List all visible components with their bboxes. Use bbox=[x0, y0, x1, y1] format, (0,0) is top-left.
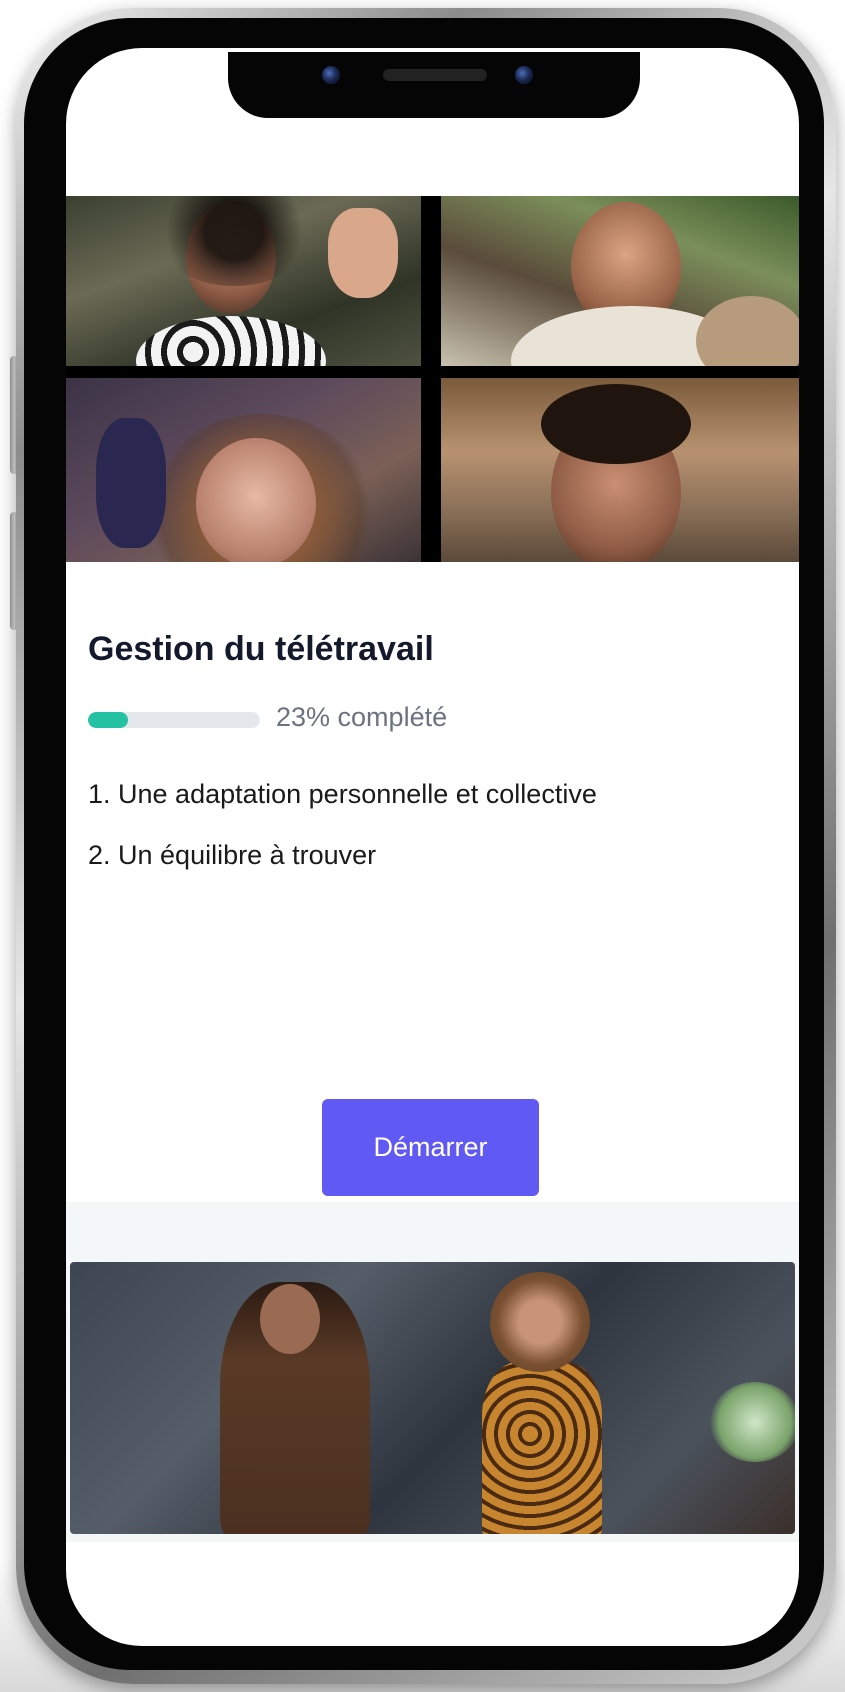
participant-hair bbox=[154, 196, 314, 286]
progress-label: 23% complété bbox=[276, 702, 448, 732]
video-tile bbox=[441, 378, 799, 562]
course-title: Gestion du télétravail bbox=[88, 630, 434, 668]
person-head bbox=[490, 1272, 590, 1372]
chapter-item[interactable]: 2. Un équilibre à trouver bbox=[88, 840, 376, 871]
progress-bar bbox=[88, 712, 260, 728]
start-button[interactable]: Démarrer bbox=[322, 1099, 539, 1196]
person-figure bbox=[482, 1362, 602, 1534]
participant-fur bbox=[696, 296, 799, 366]
video-call-grid-image bbox=[66, 196, 799, 562]
participant-hand bbox=[328, 208, 398, 298]
participant-vase bbox=[96, 418, 166, 548]
front-camera-icon bbox=[515, 66, 533, 84]
scene-photo bbox=[70, 1262, 795, 1534]
phone-notch bbox=[228, 52, 640, 118]
video-tile bbox=[441, 196, 799, 366]
participant-hair bbox=[541, 384, 691, 464]
person-head bbox=[260, 1284, 320, 1354]
participant-top bbox=[136, 316, 326, 366]
progress-bar-fill bbox=[88, 712, 128, 728]
video-tile bbox=[66, 378, 421, 562]
phone-screen: Gestion du télétravail 23% complété 1. U… bbox=[66, 48, 799, 1646]
front-camera-icon bbox=[322, 66, 340, 84]
chapter-item[interactable]: 1. Une adaptation personnelle et collect… bbox=[88, 779, 597, 810]
mockup-stage: Gestion du télétravail 23% complété 1. U… bbox=[0, 0, 845, 1692]
participant-face bbox=[196, 438, 316, 562]
video-tile bbox=[66, 196, 421, 366]
earpiece-speaker-icon bbox=[383, 69, 487, 81]
plant-foliage bbox=[710, 1382, 795, 1462]
